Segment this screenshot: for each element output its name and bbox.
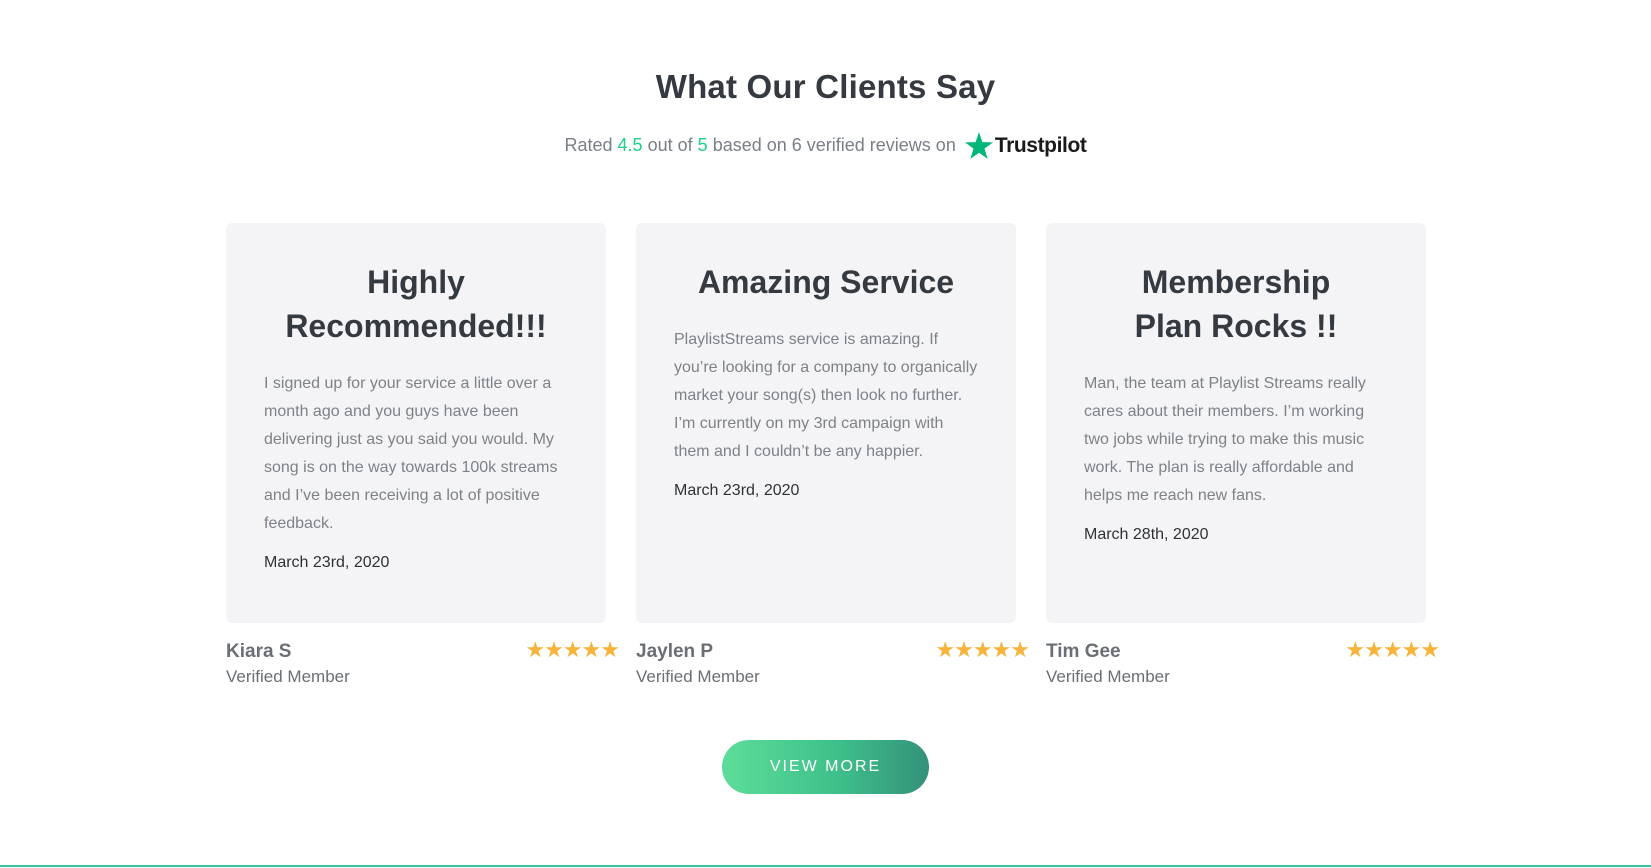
star-rating: ★★★★★ [1345,637,1440,662]
testimonials-section: What Our Clients Say Rated 4.5 out of 5 … [0,0,1651,868]
review-item: Highly Recommended!!! I signed up for yo… [226,223,620,693]
author-role: Verified Member [226,667,350,686]
review-card: Membership Plan Rocks !! Man, the team a… [1046,223,1426,623]
review-text: PlaylistStreams service is amazing. If y… [674,331,978,460]
trustpilot-wordmark: Trustpilot [994,133,1087,157]
rating-suffix: based on 6 verified reviews on [712,135,956,155]
rating-score: 4.5 [617,135,643,155]
review-date: March 23rd, 2020 [264,554,390,571]
author-role: Verified Member [1046,667,1170,686]
review-item: Amazing Service PlaylistStreams service … [636,223,1030,693]
review-card: Highly Recommended!!! I signed up for yo… [226,223,606,623]
review-title: Membership Plan Rocks !! [1134,264,1338,344]
view-more-button[interactable]: VIEW MORE [722,740,929,794]
review-author: Jaylen P Verified Member ★★★★★ [636,637,1030,693]
review-item: Membership Plan Rocks !! Man, the team a… [1046,223,1440,693]
star-rating: ★★★★★ [525,637,620,662]
rating-max: 5 [697,135,708,155]
trustpilot-logo[interactable]: Trustpilot [964,132,1087,159]
section-divider [0,865,1651,867]
rating-prefix: Rated [564,135,613,155]
star-rating: ★★★★★ [935,637,1030,662]
review-date: March 23rd, 2020 [674,482,800,499]
review-text: Man, the team at Playlist Streams really… [1084,375,1366,504]
rating-summary: Rated 4.5 out of 5 based on 6 verified r… [0,132,1651,159]
review-title: Amazing Service [697,264,955,300]
author-role: Verified Member [636,667,760,686]
review-date: March 28th, 2020 [1084,526,1209,543]
trustpilot-star-icon [964,132,993,159]
section-title: What Our Clients Say [655,68,996,105]
review-author: Kiara S Verified Member ★★★★★ [226,637,620,693]
review-author: Tim Gee Verified Member ★★★★★ [1046,637,1440,693]
review-card: Amazing Service PlaylistStreams service … [636,223,1016,623]
review-text: I signed up for your service a little ov… [264,375,558,532]
rating-middle-text: out of [647,135,693,155]
reviews-list: Highly Recommended!!! I signed up for yo… [226,223,1440,693]
review-title: Highly Recommended!!! [285,264,547,344]
